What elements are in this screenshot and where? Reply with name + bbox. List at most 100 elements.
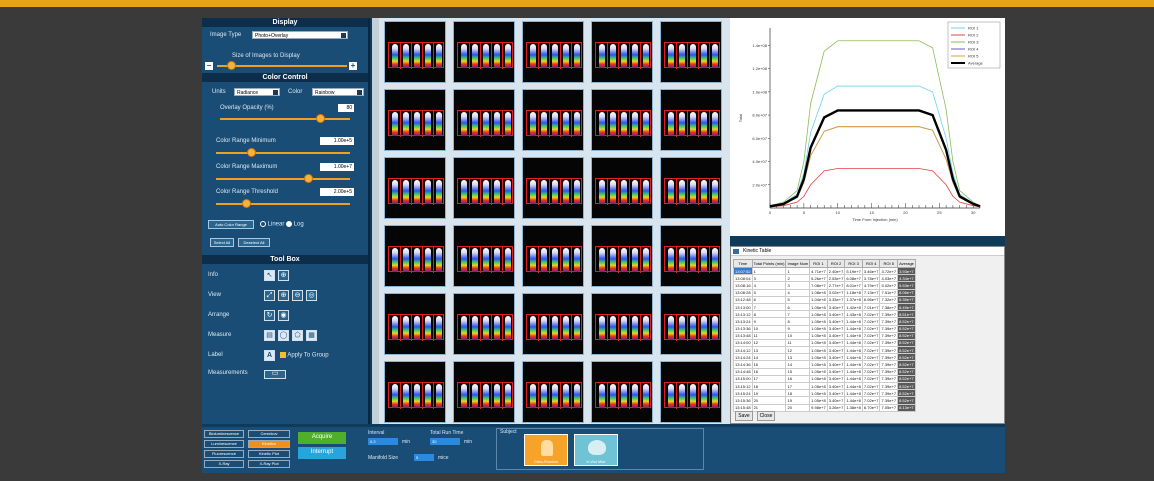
column-header[interactable]: Total Points (min) [751,259,787,268]
rotate-icon[interactable]: ↻ [264,310,275,321]
select-all-button[interactable]: Select All [210,238,234,247]
image-thumbnail[interactable] [660,225,722,287]
image-thumbnail[interactable] [591,225,653,287]
table-row[interactable]: 13:12:48 6 5 1.04e+8 3.33e+7 1.37e+8 6.96e+7 7.… [733,295,916,304]
table-row[interactable]: 13:15:12 18 17 1.05e+8 3.40e+7 1.44e+8 7.02e+7… [733,381,916,391]
image-thumbnail[interactable] [384,361,446,423]
zoom-reset-icon[interactable]: ◎ [306,290,317,301]
table-row[interactable]: 13:15:00 17 16 1.05e+8 3.40e+7 1.44e+8 7.02e+7… [733,374,916,384]
mode-button[interactable]: X-Ray [204,460,244,468]
mode-button[interactable]: Kinetic Plot [248,450,290,458]
image-thumbnail[interactable] [384,293,446,355]
circle-roi-icon[interactable]: ◯ [278,330,289,341]
polygon-roi-icon[interactable]: ⬠ [292,330,303,341]
mode-button[interactable]: Bioluminescence [204,430,244,438]
apply-to-group-checkbox[interactable]: Apply To Group [280,352,329,359]
image-type-select[interactable]: Photo+Overlay [252,31,348,39]
column-header[interactable]: ROI 4 [861,259,881,268]
image-thumbnail[interactable] [591,157,653,219]
zoom-in-icon[interactable]: ⊕ [278,290,289,301]
crosshair-icon[interactable]: ⊕ [278,270,289,281]
table-row[interactable]: 13:14:24 14 13 1.05e+8 3.40e+7 1.44e+8 7.02e+7… [733,353,916,362]
image-thumbnail[interactable] [522,89,584,151]
mode-button[interactable]: Kinetics [248,440,290,448]
mode-button[interactable]: Fluorescence [204,450,244,458]
image-thumbnail[interactable] [453,157,515,219]
save-button[interactable]: Save [735,411,753,421]
image-thumbnail[interactable] [591,21,653,83]
table-row[interactable]: 13:08:04 3 2 5.26e+7 2.53e+7 6.08e+7 3.78e+7 4.… [733,274,916,283]
close-button[interactable]: Close [757,411,775,421]
mode-button[interactable]: X-Ray Plot [248,460,290,468]
acquire-button[interactable]: Acquire [298,432,346,444]
image-thumbnail[interactable] [660,293,722,355]
fit-view-icon[interactable]: ⤢ [264,290,275,301]
column-header[interactable]: Average [897,259,916,268]
deselect-all-button[interactable]: Deselect All [238,238,270,247]
zoom-out-icon[interactable]: ⊖ [292,290,303,301]
image-thumbnail[interactable] [660,89,722,151]
color-threshold-knob[interactable] [242,199,251,208]
decrease-size-button[interactable]: − [205,62,213,70]
image-thumbnail[interactable] [453,361,515,423]
mode-button[interactable]: Cerenkov [248,430,290,438]
table-row[interactable]: 13:13:24 9 8 1.05e+8 3.40e+7 1.44e+8 7.02e+7 7.… [733,317,916,326]
table-row[interactable]: 13:14:36 15 14 1.05e+8 3.40e+7 1.44e+8 7.02e+7… [733,360,916,369]
image-thumbnail[interactable] [384,89,446,151]
color-map-select[interactable]: Rainbow [312,88,364,96]
image-thumbnail[interactable] [591,293,653,355]
image-thumbnail[interactable] [453,293,515,355]
image-size-slider[interactable] [217,65,347,67]
color-min-field[interactable]: 1.00e+5 [320,137,354,145]
color-threshold-slider[interactable] [216,203,350,205]
total-run-time-field[interactable]: 30 [430,438,460,445]
subject-in-vivo-mice[interactable]: In Vivo Mice [574,434,618,466]
ruler-icon[interactable]: ▤ [264,330,275,341]
overlay-opacity-knob[interactable] [316,114,325,123]
mode-button[interactable]: Luminescence [204,440,244,448]
image-thumbnail[interactable] [453,21,515,83]
image-thumbnail[interactable] [522,225,584,287]
color-max-slider[interactable] [216,178,350,180]
linear-radio[interactable] [260,221,266,227]
table-row[interactable]: 13:08:16 4 3 7.08e+7 2.77e+7 8.01e+7 4.79e+7 5.… [733,281,916,290]
image-thumbnail[interactable] [660,361,722,423]
color-min-slider[interactable] [216,152,350,154]
table-row[interactable]: 13:08:28 5 4 1.08e+8 3.02e+7 1.18e+8 7.13e+7 7.… [733,288,916,297]
table-row[interactable]: 13:13:36 10 9 1.05e+8 3.40e+7 1.44e+8 7.02e+7 7… [733,324,916,333]
overlay-opacity-slider[interactable] [220,118,350,120]
image-size-knob[interactable] [227,61,236,70]
table-row[interactable]: 13:13:48 11 10 1.05e+8 3.40e+7 1.44e+8 7.02e+7… [733,331,916,340]
grid-roi-icon[interactable]: ▦ [306,330,317,341]
subject-ortho-phantom[interactable]: Ortho-Phantom [524,434,568,466]
image-thumbnail[interactable] [660,21,722,83]
image-thumbnail[interactable] [591,89,653,151]
log-radio[interactable] [286,221,293,227]
image-thumbnail[interactable] [384,225,446,287]
column-header[interactable]: Image Num [785,259,811,268]
image-thumbnail[interactable] [453,89,515,151]
table-row[interactable]: 13:14:12 13 12 1.05e+8 3.40e+7 1.44e+8 7.02e+7… [733,346,916,355]
table-row[interactable]: 13:13:00 7 6 1.05e+8 3.40e+7 1.42e+8 7.01e+7 7.… [733,302,916,312]
color-max-field[interactable]: 1.00e+7 [320,163,354,171]
increase-size-button[interactable]: + [349,62,357,70]
interval-field[interactable]: 0.2 [368,438,398,445]
overlay-opacity-field[interactable]: 80 [338,104,354,112]
column-header[interactable]: ROI 5 [879,259,899,268]
color-min-knob[interactable] [247,148,256,157]
table-row[interactable]: 13:14:48 16 15 1.05e+8 3.40e+7 1.44e+8 7.02e+7… [733,367,916,376]
column-header[interactable]: ROI 1 [809,259,828,268]
table-row[interactable]: 13:15:36 20 19 1.05e+8 3.40e+7 1.44e+8 7.02e+7… [733,396,916,405]
image-thumbnail[interactable] [384,157,446,219]
image-thumbnail[interactable] [522,21,584,83]
auto-color-range-button[interactable]: Auto Color Range [208,220,254,229]
interrupt-button[interactable]: Interrupt [298,447,346,459]
grid-scrollbar[interactable] [372,18,379,424]
manifold-size-field[interactable]: 5 [414,454,434,461]
image-thumbnail[interactable] [522,157,584,219]
measurements-table-icon[interactable]: ▭ [264,370,286,379]
pointer-icon[interactable]: ↖ [264,270,275,281]
image-thumbnail[interactable] [591,361,653,423]
image-thumbnail[interactable] [522,361,584,423]
table-row[interactable]: 13:15:24 19 18 1.05e+8 3.40e+7 1.44e+8 7.02e+7… [733,389,916,398]
